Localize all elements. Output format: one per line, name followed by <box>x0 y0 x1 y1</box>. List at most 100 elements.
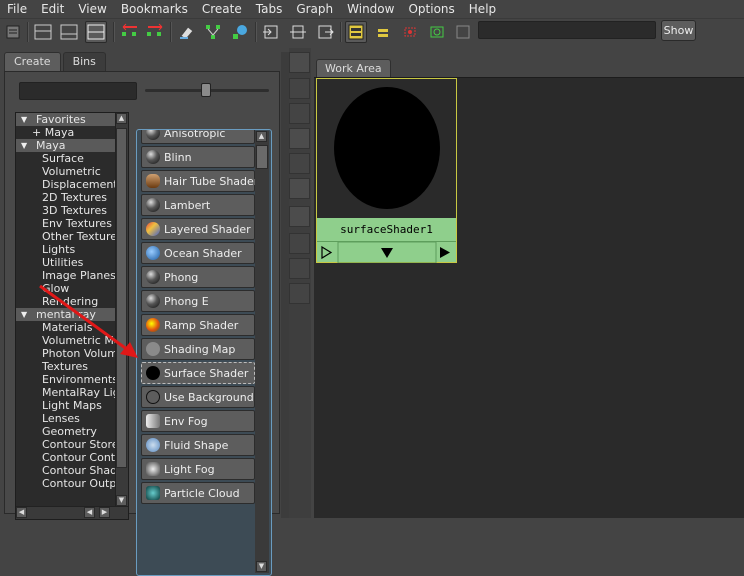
node-button-phong[interactable]: Phong <box>141 266 255 288</box>
menu-window[interactable]: Window <box>340 0 401 18</box>
tree-item[interactable]: Utilities <box>16 256 128 269</box>
tree-item[interactable]: Environments <box>16 373 128 386</box>
tree-group[interactable]: ▼ mental ray <box>16 308 128 321</box>
large-swatch-icon[interactable] <box>289 153 310 174</box>
node-button-fluid-shape[interactable]: Fluid Shape <box>141 434 255 456</box>
surface-shader-node[interactable]: surfaceShader1 <box>316 78 457 264</box>
node-button-particle-cloud[interactable]: Particle Cloud <box>141 482 255 504</box>
tree-item[interactable]: Contour Cont... <box>16 451 128 464</box>
tree-item[interactable]: Textures <box>16 360 128 373</box>
scroll-down-icon[interactable]: ▼ <box>256 561 267 572</box>
tree-item[interactable]: 2D Textures <box>16 191 128 204</box>
node-button-ocean-shader[interactable]: Ocean Shader <box>141 242 255 264</box>
tree-item[interactable]: Light Maps <box>16 399 128 412</box>
graph-toggle-icon[interactable] <box>289 52 310 73</box>
node-button-ramp-shader[interactable]: Ramp Shader <box>141 314 255 336</box>
node-button-shading-map[interactable]: Shading Map <box>141 338 255 360</box>
menu-edit[interactable]: Edit <box>34 0 71 18</box>
input-port-icon[interactable] <box>321 245 333 260</box>
node-button-light-fog[interactable]: Light Fog <box>141 458 255 480</box>
tree-item[interactable]: MentalRay Lig... <box>16 386 128 399</box>
tree-item[interactable]: Env Textures <box>16 217 128 230</box>
tree-scroll-thumb[interactable] <box>116 128 127 468</box>
list-view-icon[interactable] <box>289 78 310 99</box>
graph-output-icon[interactable] <box>144 21 166 43</box>
tree-item[interactable]: Glow <box>16 282 128 295</box>
menu-create[interactable]: Create <box>195 0 249 18</box>
node-button-hair-tube-shader[interactable]: Hair Tube Shader <box>141 170 258 192</box>
tree-item[interactable]: Surface <box>16 152 128 165</box>
expand-arrow-icon[interactable]: ▼ <box>21 139 27 152</box>
node-button-layered-shader[interactable]: Layered Shader <box>141 218 255 240</box>
expand-arrow-icon[interactable]: ▼ <box>21 113 27 126</box>
clear-graph-icon[interactable] <box>176 21 198 43</box>
input-connections-icon[interactable] <box>260 21 282 43</box>
node-list-scroll-thumb[interactable] <box>256 145 268 169</box>
rearrange-graph-icon[interactable] <box>202 21 224 43</box>
node-settings-icon[interactable] <box>426 21 448 43</box>
tree-group[interactable]: ▼ Maya <box>16 139 128 152</box>
tree-item[interactable]: Displacement <box>16 178 128 191</box>
small-swatch-icon[interactable] <box>289 103 310 124</box>
scroll-right-icon[interactable]: ▶ <box>99 507 110 518</box>
layout-bottom-icon[interactable] <box>58 21 80 43</box>
scroll-down-icon[interactable]: ▼ <box>116 495 127 506</box>
tree-item[interactable]: Image Planes <box>16 269 128 282</box>
simple-display-icon[interactable] <box>372 21 394 43</box>
menu-help[interactable]: Help <box>462 0 503 18</box>
tree-item[interactable]: Contour Outpu... <box>16 477 128 490</box>
slider-handle[interactable] <box>201 83 211 97</box>
tab-bins[interactable]: Bins <box>62 52 106 71</box>
tree-item[interactable]: Materials <box>16 321 128 334</box>
graph-materials-icon[interactable] <box>229 21 251 43</box>
node-list-scrollbar[interactable]: ▲ ▼ <box>255 131 269 573</box>
tree-item[interactable]: Volumetric Ma... <box>16 334 128 347</box>
expand-icon[interactable] <box>289 258 310 279</box>
collapse-icon[interactable] <box>289 283 310 304</box>
hypershade-icon[interactable] <box>2 21 24 43</box>
hierarchy-icon[interactable] <box>289 206 310 227</box>
scroll-left-icon[interactable]: ◀ <box>84 507 95 518</box>
node-button-use-background[interactable]: Use Background <box>141 386 255 408</box>
tree-item[interactable]: 3D Textures <box>16 204 128 217</box>
output-connections-icon[interactable] <box>314 21 336 43</box>
node-button-anisotropic[interactable]: Anisotropic <box>141 130 255 144</box>
search-field[interactable] <box>478 21 656 39</box>
bookmark-icon[interactable] <box>452 21 474 43</box>
menu-options[interactable]: Options <box>401 0 461 18</box>
menu-file[interactable]: File <box>0 0 34 18</box>
tree-item[interactable]: Rendering <box>16 295 128 308</box>
tree-item[interactable]: Contour Shade... <box>16 464 128 477</box>
tree-item[interactable]: + Maya <box>16 126 128 139</box>
sort-icon[interactable] <box>289 178 310 199</box>
show-button[interactable]: Show <box>661 20 696 41</box>
graph-input-icon[interactable] <box>119 21 141 43</box>
layout-split-icon[interactable] <box>85 21 107 43</box>
tree-item[interactable]: Other Textures <box>16 230 128 243</box>
node-button-phong-e[interactable]: Phong E <box>141 290 255 312</box>
tree-item[interactable]: Photon Volum... <box>16 347 128 360</box>
tab-work-area[interactable]: Work Area <box>316 59 391 77</box>
node-button-surface-shader[interactable]: Surface Shader <box>141 362 255 384</box>
tree-item[interactable]: Lights <box>16 243 128 256</box>
node-button-lambert[interactable]: Lambert <box>141 194 255 216</box>
node-button-env-fog[interactable]: Env Fog <box>141 410 255 432</box>
tree-item[interactable]: Geometry <box>16 425 128 438</box>
output-port-icon[interactable] <box>440 247 450 258</box>
medium-swatch-icon[interactable] <box>289 128 310 149</box>
tab-create[interactable]: Create <box>4 52 61 71</box>
menu-tabs[interactable]: Tabs <box>249 0 290 18</box>
layout-top-icon[interactable] <box>32 21 54 43</box>
tree-item[interactable]: Lenses <box>16 412 128 425</box>
menu-bookmarks[interactable]: Bookmarks <box>114 0 195 18</box>
input-output-connections-icon[interactable] <box>287 21 309 43</box>
attribute-display-icon[interactable] <box>399 21 421 43</box>
tree-horizontal-scrollbar[interactable]: ◀ ◀ ▶ <box>16 506 128 519</box>
filter-input[interactable] <box>19 82 137 100</box>
expand-arrow-icon[interactable]: ▼ <box>21 308 27 321</box>
scroll-up-icon[interactable]: ▲ <box>256 131 267 142</box>
menu-graph[interactable]: Graph <box>289 0 340 18</box>
tree-group[interactable]: ▼ Favorites <box>16 113 128 126</box>
tree-item[interactable]: Volumetric <box>16 165 128 178</box>
expand-node-icon[interactable] <box>381 248 393 258</box>
